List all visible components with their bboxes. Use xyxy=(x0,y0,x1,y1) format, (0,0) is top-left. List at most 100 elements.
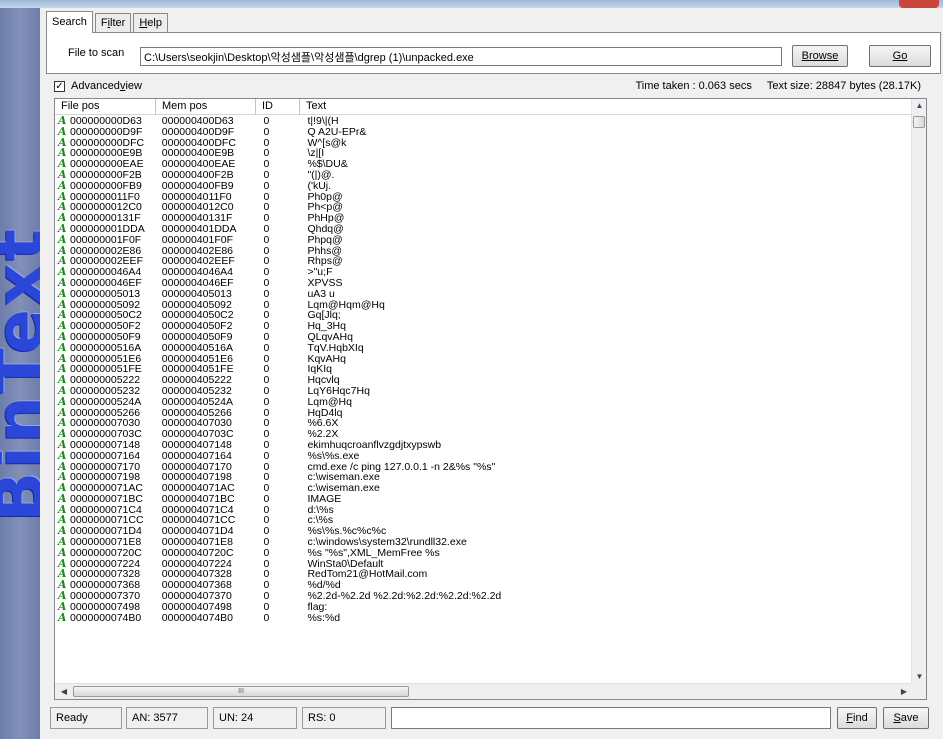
cell-mem-pos: 0000004050F9 xyxy=(156,332,256,343)
cell-text: flag: xyxy=(299,602,913,613)
table-row[interactable]: A 0000000050F9 0000004050F9 0 QLqvAHq xyxy=(55,332,913,343)
cell-text-value: Hqcvlq xyxy=(307,375,340,386)
table-row[interactable]: A 0000000050C2 0000004050C2 0 Gq[Jlq; xyxy=(55,310,913,321)
tab-filter[interactable]: Filter xyxy=(94,13,132,33)
table-row[interactable]: A 0000000071BC 0000004071BC 0 IMAGE xyxy=(55,494,913,505)
table-row[interactable]: A 0000000074B0 0000004074B0 0 %s:%d xyxy=(55,613,913,624)
table-row[interactable]: A 0000000046A4 0000004046A4 0 >"u;F xyxy=(55,267,913,278)
cell-mem-pos-value: 0000004071BC xyxy=(161,493,235,505)
cell-text: Hqcvlq xyxy=(299,375,913,386)
tab-strip: Search Filter Help xyxy=(46,11,170,33)
scroll-down-arrow-icon[interactable]: ▼ xyxy=(912,670,926,684)
cell-file-pos-value: 0000000050F2 xyxy=(70,321,141,332)
save-button[interactable]: Save xyxy=(883,707,929,729)
cell-file-pos: A 0000000051FE xyxy=(55,364,156,375)
column-file-pos[interactable]: File pos xyxy=(55,99,156,115)
vertical-scrollbar[interactable]: ▲ ▼ xyxy=(911,99,926,684)
browse-button[interactable]: Browse xyxy=(792,45,848,67)
find-input[interactable] xyxy=(391,707,831,729)
table-row[interactable]: A 000000000EAE 000000400EAE 0 %$\DU& xyxy=(55,159,913,170)
horizontal-scroll-thumb[interactable]: III xyxy=(73,686,409,697)
table-row[interactable]: A 000000007224 000000407224 0 WinSta0\Defaul… xyxy=(55,559,913,570)
table-row[interactable]: A 00000000524A 00000040524A 0 Lqm@Hq xyxy=(55,397,913,408)
table-row[interactable]: A 000000000E9B 000000400E9B 0 \z|[I xyxy=(55,148,913,159)
table-row[interactable]: A 000000005092 000000405092 0 Lqm@Hqm@Hq xyxy=(55,300,913,311)
cell-text: Lqm@Hq xyxy=(299,397,913,408)
table-row[interactable]: A 000000007198 000000407198 0 c:\wiseman.exe xyxy=(55,472,913,483)
file-to-scan-input[interactable] xyxy=(140,47,782,66)
cell-mem-pos-value: 00000040516A xyxy=(161,342,234,354)
cell-mem-pos-value: 0000004046A4 xyxy=(161,267,234,278)
table-row[interactable]: A 0000000071D4 0000004071D4 0 %s\%s.%c%c%c xyxy=(55,526,913,537)
table-row[interactable]: A 000000005266 000000405266 0 HqD4lq xyxy=(55,408,913,419)
table-row[interactable]: A 0000000071CC 0000004071CC 0 c:\%s xyxy=(55,515,913,526)
cell-text-value: ekimhuqcroanflvzgdjtxypswb xyxy=(307,439,442,451)
table-row[interactable]: A 000000007368 000000407368 0 %d/%d xyxy=(55,580,913,591)
scroll-right-arrow-icon[interactable]: ▶ xyxy=(897,684,911,699)
scroll-up-arrow-icon[interactable]: ▲ xyxy=(912,99,926,113)
table-row[interactable]: A 000000007170 000000407170 0 cmd.exe /c pin… xyxy=(55,462,913,473)
table-row[interactable]: A 0000000051FE 0000004051FE 0 IqKIq xyxy=(55,364,913,375)
table-row[interactable]: A 000000000FB9 000000400FB9 0 ('kUj. xyxy=(55,181,913,192)
column-mem-pos[interactable]: Mem pos xyxy=(156,99,256,115)
column-text[interactable]: Text xyxy=(300,99,915,115)
tab-search[interactable]: Search xyxy=(46,11,93,33)
table-row[interactable]: A 000000002E86 000000402E86 0 Phhs@ xyxy=(55,246,913,257)
table-row[interactable]: A 000000000F2B 000000400F2B 0 "(|)@. xyxy=(55,170,913,181)
horizontal-scrollbar[interactable]: ◀ III ▶ xyxy=(55,683,913,699)
table-row[interactable]: A 000000007498 000000407498 0 flag: xyxy=(55,602,913,613)
advanced-view-checkbox[interactable]: ✓ xyxy=(54,80,65,92)
table-row[interactable]: A 0000000071E8 0000004071E8 0 c:\windows\sys… xyxy=(55,537,913,548)
vertical-scroll-thumb[interactable] xyxy=(913,116,925,128)
table-row[interactable]: A 000000001F0F 000000401F0F 0 Phpq@ xyxy=(55,235,913,246)
cell-id-value: 0 xyxy=(263,169,270,181)
ansi-string-icon: A xyxy=(58,537,67,548)
table-row[interactable]: A 0000000071C4 0000004071C4 0 d:\%s xyxy=(55,505,913,516)
table-row[interactable]: A 0000000051E6 0000004051E6 0 KqvAHq xyxy=(55,354,913,365)
table-row[interactable]: A 000000007148 000000407148 0 ekimhuqcroanfl… xyxy=(55,440,913,451)
cell-text: cmd.exe /c ping 127.0.0.1 -n 2&%s "%s" xyxy=(299,462,913,473)
cell-file-pos-value: 000000005092 xyxy=(70,299,141,311)
column-id[interactable]: ID xyxy=(256,99,300,115)
window-close-button[interactable] xyxy=(899,0,939,8)
scroll-left-arrow-icon[interactable]: ◀ xyxy=(57,684,71,699)
results-list[interactable]: File pos Mem pos ID Text A 000000000D63 00… xyxy=(54,98,927,700)
table-row[interactable]: A 000000007370 000000407370 0 %2.2d-%2.2d %2… xyxy=(55,591,913,602)
table-row[interactable]: A 00000000720C 00000040720C 0 %s "%s",XML_Me… xyxy=(55,548,913,559)
table-row[interactable]: A 000000007164 000000407164 0 %s\%s.exe xyxy=(55,451,913,462)
go-button[interactable]: Go xyxy=(869,45,931,67)
table-row[interactable]: A 000000002EEF 000000402EEF 0 Rhps@ xyxy=(55,256,913,267)
cell-file-pos: A 0000000012C0 xyxy=(55,202,156,213)
table-row[interactable]: A 0000000012C0 0000004012C0 0 Ph<p@ xyxy=(55,202,913,213)
table-row[interactable]: A 000000005013 000000405013 0 uA3 u xyxy=(55,289,913,300)
table-row[interactable]: A 0000000050F2 0000004050F2 0 Hq_3Hq xyxy=(55,321,913,332)
cell-mem-pos: 000000407030 xyxy=(156,418,256,429)
table-row[interactable]: A 000000001DDA 000000401DDA 0 Qhdq@ xyxy=(55,224,913,235)
table-row[interactable]: A 00000000703C 00000040703C 0 %2.2X xyxy=(55,429,913,440)
advanced-view-option[interactable]: ✓ Advanced v iew xyxy=(54,80,142,92)
table-row[interactable]: A 000000005222 000000405222 0 Hqcvlq xyxy=(55,375,913,386)
table-row[interactable]: A 000000000DFC 000000400DFC 0 W^[s@k xyxy=(55,138,913,149)
table-row[interactable]: A 000000007030 000000407030 0 %6.6X xyxy=(55,418,913,429)
cell-text-value: RedTom21@HotMail.com xyxy=(307,569,428,581)
table-row[interactable]: A 0000000011F0 0000004011F0 0 Ph0p@ xyxy=(55,192,913,203)
tab-filter-label-post: lter xyxy=(110,17,126,29)
ansi-string-icon: A xyxy=(58,159,67,170)
table-row[interactable]: A 000000005232 000000405232 0 LqY6Hqc7Hq xyxy=(55,386,913,397)
table-row[interactable]: A 000000007328 000000407328 0 RedTom21@HotMa… xyxy=(55,569,913,580)
find-button[interactable]: Find xyxy=(837,707,877,729)
cell-mem-pos: 0000004012C0 xyxy=(156,202,256,213)
cell-file-pos: A 0000000050F9 xyxy=(55,332,156,343)
table-row[interactable]: A 000000000D63 000000400D63 0 t|!9\|(H xyxy=(55,116,913,127)
table-row[interactable]: A 0000000046EF 0000004046EF 0 XPVSS xyxy=(55,278,913,289)
cell-file-pos: A 00000000703C xyxy=(55,429,156,440)
table-row[interactable]: A 000000000D9F 000000400D9F 0 Q A2U-EPr& xyxy=(55,127,913,138)
tab-help[interactable]: Help xyxy=(133,13,168,33)
cell-text-value: HqD4lq xyxy=(307,407,343,419)
cell-mem-pos-value: 0000004051FE xyxy=(161,364,234,376)
table-row[interactable]: A 00000000131F 00000040131F 0 PhHp@ xyxy=(55,213,913,224)
cell-mem-pos-value: 00000040524A xyxy=(161,396,234,408)
table-row[interactable]: A 0000000071AC 0000004071AC 0 c:\wiseman.exe xyxy=(55,483,913,494)
table-row[interactable]: A 00000000516A 00000040516A 0 TqV.HqbXIq xyxy=(55,343,913,354)
ansi-string-icon: A xyxy=(58,396,67,408)
